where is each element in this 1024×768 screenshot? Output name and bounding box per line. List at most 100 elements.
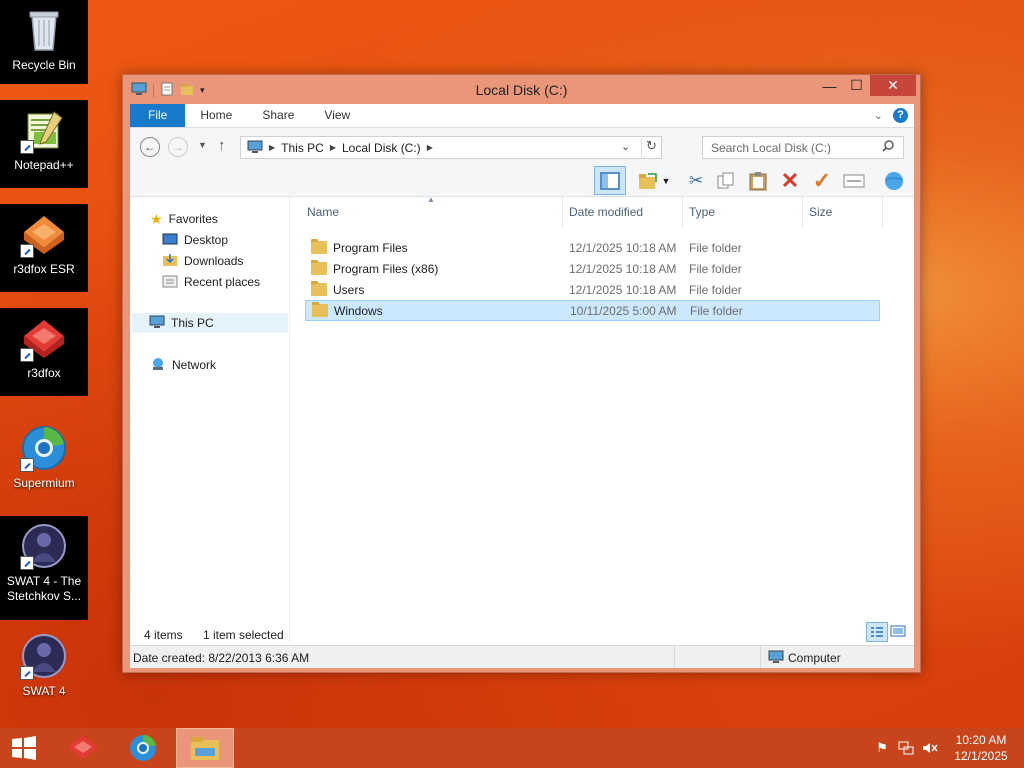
volume-muted-icon[interactable] xyxy=(920,728,940,768)
network-tray-icon[interactable] xyxy=(896,728,916,768)
cut-icon[interactable]: ✂ xyxy=(684,169,708,193)
shortcut-arrow-icon xyxy=(20,140,34,154)
recent-places-icon xyxy=(162,274,178,291)
taskbar-r3dfox[interactable] xyxy=(54,728,112,768)
desktop-icon-r3dfox[interactable]: r3dfox xyxy=(0,308,88,396)
maximize-button[interactable]: ☐ xyxy=(843,75,870,96)
file-row-selected[interactable]: Windows 10/11/2025 5:00 AM File folder xyxy=(305,300,880,321)
nav-downloads[interactable]: Downloads xyxy=(162,251,243,271)
minimize-button[interactable]: — xyxy=(816,75,843,96)
file-date: 12/1/2025 10:18 AM xyxy=(569,261,677,276)
folder-icon xyxy=(311,239,327,254)
up-button[interactable]: ↑ xyxy=(218,137,226,154)
desktop-icon-label: r3dfox ESR xyxy=(13,262,75,276)
desktop-icon-swat4-stetchkov[interactable]: SWAT 4 - The Stetchkov S... xyxy=(0,516,88,620)
start-button[interactable] xyxy=(0,728,48,768)
expand-ribbon-icon[interactable]: ⌄ xyxy=(874,109,883,122)
desktop-icon-label: Supermium xyxy=(13,476,75,490)
help-icon[interactable]: ? xyxy=(893,108,908,123)
folder-icon xyxy=(312,302,328,317)
shortcut-arrow-icon xyxy=(20,244,34,258)
nav-network-label: Network xyxy=(172,358,217,372)
network-icon xyxy=(150,357,166,374)
window-body: File Home Share View ⌄ ? ← → ▼ ↑ ▶ This … xyxy=(130,104,914,668)
tab-file[interactable]: File xyxy=(130,104,186,127)
nav-favorites[interactable]: ★ Favorites xyxy=(150,209,218,229)
file-row[interactable]: Program Files 12/1/2025 10:18 AM File fo… xyxy=(305,237,880,258)
selected-count: 1 item selected xyxy=(203,628,284,642)
column-header-date[interactable]: Date modified xyxy=(563,197,683,227)
file-name: Users xyxy=(333,282,365,297)
tab-view[interactable]: View xyxy=(309,104,365,127)
file-explorer-icon xyxy=(191,737,219,760)
delete-icon[interactable]: ✕ xyxy=(778,168,802,193)
nav-favorites-label: Favorites xyxy=(168,212,218,226)
file-name: Program Files (x86) xyxy=(333,261,439,276)
breadcrumb-separator-icon[interactable]: ▶ xyxy=(427,143,433,152)
nav-this-pc[interactable]: This PC xyxy=(132,313,288,333)
breadcrumb-this-pc[interactable]: This PC xyxy=(281,141,324,155)
address-bar[interactable]: ▶ This PC ▶ Local Disk (C:) ▶ ⌄ ↻ xyxy=(240,136,662,159)
desktop-icon-swat4[interactable]: SWAT 4 xyxy=(0,626,88,700)
back-button[interactable]: ← xyxy=(140,137,160,157)
shortcut-arrow-icon xyxy=(20,348,34,362)
desktop-icon-r3dfox-esr[interactable]: r3dfox ESR xyxy=(0,204,88,292)
large-icons-view-button[interactable] xyxy=(890,624,906,641)
file-type: File folder xyxy=(689,261,742,276)
desktop-icon-recycle-bin[interactable]: Recycle Bin xyxy=(0,0,88,84)
command-toolbar: ▼ ✂ ✕ ✓ xyxy=(130,165,914,197)
action-center-flag-icon[interactable]: ⚑ xyxy=(872,728,892,768)
refresh-icon[interactable]: ↻ xyxy=(641,138,661,157)
this-pc-icon xyxy=(149,315,165,331)
recent-locations-icon[interactable]: ▼ xyxy=(198,140,207,150)
breadcrumb-separator-icon[interactable]: ▶ xyxy=(330,143,336,152)
file-row[interactable]: Users 12/1/2025 10:18 AM File folder xyxy=(305,279,880,300)
close-button[interactable]: ✕ xyxy=(870,75,916,96)
details-view-button[interactable] xyxy=(866,622,888,642)
forward-button[interactable]: → xyxy=(168,137,188,157)
explorer-window: ▾ Local Disk (C:) — ☐ ✕ File Home Share … xyxy=(122,74,921,673)
nav-recent-places[interactable]: Recent places xyxy=(162,272,260,292)
swat4-icon xyxy=(20,632,68,680)
column-header-type[interactable]: Type xyxy=(683,197,803,227)
file-row[interactable]: Program Files (x86) 12/1/2025 10:18 AM F… xyxy=(305,258,880,279)
ribbon-tabs: File Home Share View ⌄ ? xyxy=(130,104,914,128)
nav-network[interactable]: Network xyxy=(150,355,216,375)
column-header-size[interactable]: Size xyxy=(803,197,883,227)
search-input[interactable]: Search Local Disk (C:) xyxy=(702,136,904,159)
title-bar[interactable]: ▾ Local Disk (C:) — ☐ ✕ xyxy=(123,75,920,104)
taskbar-file-explorer[interactable] xyxy=(176,728,234,768)
desktop-icon-supermium[interactable]: Supermium xyxy=(0,418,88,498)
tab-home[interactable]: Home xyxy=(185,104,247,127)
toolbar-dropdown-icon[interactable]: ▼ xyxy=(660,169,672,193)
search-icon[interactable] xyxy=(882,140,894,155)
desktop-icon-notepadpp[interactable]: Notepad++ xyxy=(0,100,88,188)
paste-icon[interactable] xyxy=(746,169,770,193)
date-created: Date created: 8/22/2013 6:36 AM xyxy=(133,651,310,665)
file-type: File folder xyxy=(689,240,742,255)
swat4-stetchkov-icon xyxy=(20,522,68,570)
r3dfox-esr-icon xyxy=(20,210,68,258)
breadcrumb-separator-icon[interactable]: ▶ xyxy=(269,143,275,152)
breadcrumb-local-disk[interactable]: Local Disk (C:) xyxy=(342,141,421,155)
rename-check-icon[interactable]: ✓ xyxy=(810,168,834,193)
file-date: 12/1/2025 10:18 AM xyxy=(569,282,677,297)
preview-pane-icon[interactable] xyxy=(594,166,626,195)
taskbar-supermium[interactable] xyxy=(114,728,172,768)
folder-options-icon[interactable] xyxy=(636,169,660,193)
r3dfox-icon xyxy=(68,735,98,759)
tab-share[interactable]: Share xyxy=(247,104,309,127)
address-row: ← → ▼ ↑ ▶ This PC ▶ Local Disk (C:) ▶ ⌄ … xyxy=(130,128,914,165)
details-bar: Date created: 8/22/2013 6:36 AM Computer xyxy=(130,645,914,668)
clock[interactable]: 10:20 AM 12/1/2025 xyxy=(950,732,1012,764)
globe-icon[interactable] xyxy=(882,169,906,193)
desktop-icon-label: SWAT 4 xyxy=(22,684,66,698)
address-dropdown-icon[interactable]: ⌄ xyxy=(621,140,630,153)
supermium-icon xyxy=(20,424,68,472)
nav-desktop[interactable]: Desktop xyxy=(162,230,228,250)
file-name: Program Files xyxy=(333,240,408,255)
column-header-name[interactable]: Name xyxy=(291,197,563,227)
star-icon: ★ xyxy=(150,210,163,227)
copy-icon[interactable] xyxy=(714,169,738,193)
properties-box-icon[interactable] xyxy=(842,169,866,193)
